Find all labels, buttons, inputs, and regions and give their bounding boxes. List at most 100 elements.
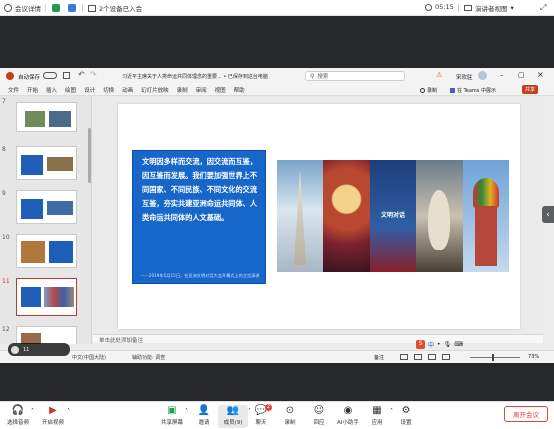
vase-photo [416, 160, 463, 272]
notes-pane[interactable]: 单击此处添加备注 [93, 334, 543, 344]
thumb-number: 7 [2, 98, 6, 105]
share-button[interactable]: 共享 [522, 85, 539, 94]
clock: 05:15 [425, 3, 454, 11]
side-panel-toggle[interactable]: ‹ [542, 206, 554, 223]
zoom-thumb[interactable] [492, 354, 494, 361]
menu-view[interactable]: 视图 [215, 86, 226, 94]
zoom-slider[interactable] [470, 357, 520, 358]
search-icon: ⚲ [310, 72, 315, 80]
redo-icon[interactable]: ↷ [90, 70, 97, 79]
normal-view-icon[interactable] [400, 354, 408, 360]
ppt-status-bar: 中文(中国大陆) 辅助功能: 调查 S 中 • 🎙 ⌨ 备注 73% [0, 340, 554, 363]
dialogue-photo: 文明对话 [369, 160, 417, 272]
ime-toolbar[interactable]: S 中 • 🎙 ⌨ [416, 340, 463, 349]
meeting-details-button[interactable]: 会议详情 [4, 3, 41, 13]
record-button[interactable]: 录制 [420, 86, 437, 94]
audio-button[interactable]: 🎧 选择音频 [3, 405, 33, 426]
zoom-level[interactable]: 73% [528, 354, 539, 360]
invite-icon: 👤 [197, 404, 211, 416]
slide-thumbnail-7[interactable] [16, 102, 77, 132]
chevron-left-icon: ‹ [546, 209, 550, 220]
sogou-icon: S [416, 340, 425, 349]
sorter-view-icon[interactable] [414, 354, 422, 360]
slideshow-view-icon[interactable] [442, 354, 450, 360]
slide-thumbnail-10[interactable] [16, 234, 77, 268]
record-meeting-button[interactable]: ⊙ 录制 [275, 405, 305, 426]
current-slide[interactable]: 文明因多样而交流，因交流而互鉴，因互鉴而发展。我们要加强世界上不同国家、不同民族… [118, 104, 520, 329]
presenter-view-button[interactable]: 演讲者视图 ▾ [464, 3, 514, 13]
menu-record[interactable]: 录制 [177, 86, 188, 94]
presenter-view-label: 演讲者视图 [475, 5, 508, 13]
react-button[interactable]: ☺ 回应 [304, 405, 334, 426]
headset-icon: 🎧 [11, 404, 25, 416]
menu-animations[interactable]: 动画 [122, 86, 133, 94]
settings-button[interactable]: ⚙ 设置 [391, 405, 421, 426]
chevron-up-icon[interactable]: ˄ [31, 408, 34, 415]
meeting-top-bar: 会议详情 2个设备已入会 05:15 演讲者视图 ▾ ⤢ [0, 0, 554, 16]
avatar[interactable] [478, 71, 487, 80]
fullscreen-icon[interactable]: ⤢ [540, 3, 546, 13]
leave-meeting-button[interactable]: 离开会议 [504, 406, 548, 422]
ai-assistant-label: AI小助手 [337, 420, 359, 426]
slide-thumbnail-9[interactable] [16, 190, 77, 224]
autosave-toggle[interactable] [43, 72, 57, 79]
signal-icon[interactable] [68, 4, 76, 12]
apps-button[interactable]: ▦ 应用 [362, 405, 392, 426]
thumbnail-scrollbar[interactable] [88, 128, 91, 183]
user-name[interactable]: 宋欢驻 [456, 73, 473, 81]
notes-toggle[interactable]: 备注 [374, 354, 384, 361]
invite-button[interactable]: 👤 邀请 [189, 405, 219, 426]
slide-thumbnail-12[interactable] [16, 326, 77, 344]
screen-share-background-bottom [0, 363, 554, 401]
close-icon[interactable]: × [537, 70, 544, 79]
camera-off-icon: ▶ [49, 404, 57, 416]
quote-box[interactable]: 文明因多样而交流，因交流而互鉴，因互鉴而发展。我们要加强世界上不同国家、不同民族… [132, 150, 266, 284]
camera-icon [11, 345, 19, 354]
undo-icon[interactable]: ↶ [78, 70, 85, 79]
accessibility-status[interactable]: 辅助功能: 调查 [132, 354, 165, 361]
save-icon[interactable] [63, 72, 70, 79]
chevron-down-icon: ▾ [510, 4, 514, 12]
chevron-up-icon[interactable]: ˄ [185, 408, 188, 415]
slide-thumbnail-11[interactable] [16, 278, 77, 316]
thumb-number: 8 [2, 146, 6, 153]
video-button[interactable]: ▶ 开启视频 [38, 405, 68, 426]
language-status[interactable]: 中文(中国大陆) [72, 354, 106, 361]
ai-assistant-icon: ◉ [343, 404, 353, 416]
members-button[interactable]: 👥 成员(9) [218, 405, 248, 428]
powerpoint-logo-icon [6, 72, 14, 80]
menu-insert[interactable]: 插入 [46, 86, 57, 94]
devices-button[interactable]: 2个设备已入会 [88, 3, 142, 13]
quote-text: 文明因多样而交流，因交流而互鉴，因互鉴而发展。我们要加强世界上不同国家、不同民族… [142, 157, 258, 222]
menu-home[interactable]: 开始 [27, 86, 38, 94]
presenter-float-controls[interactable]: 11 [8, 343, 70, 356]
members-icon: 👥 [226, 404, 240, 416]
search-box[interactable]: ⚲ 搜索 [305, 71, 405, 81]
menu-draw[interactable]: 绘图 [65, 86, 76, 94]
photo-collage[interactable]: 文明对话 [277, 160, 510, 272]
shield-icon[interactable] [52, 4, 60, 12]
share-screen-label: 共享屏幕 [160, 420, 183, 426]
reading-view-icon[interactable] [428, 354, 436, 360]
video-label: 开启视频 [41, 420, 64, 426]
slide-thumbnail-8[interactable] [16, 146, 77, 180]
invite-label: 邀请 [198, 420, 210, 426]
teams-present-button[interactable]: 在 Teams 中展示 [450, 86, 496, 94]
autosave-label: 自动保存 [18, 75, 41, 81]
chevron-up-icon[interactable]: ˄ [67, 408, 70, 415]
menu-help[interactable]: 帮助 [234, 86, 245, 94]
menu-slideshow[interactable]: 幻灯片放映 [141, 86, 169, 94]
share-screen-button[interactable]: ▣ 共享屏幕 [157, 405, 187, 426]
maximize-icon[interactable]: ▢ [518, 71, 525, 79]
chat-label: 聊天 [255, 420, 267, 426]
share-label: 共享 [525, 87, 536, 93]
ai-assistant-button[interactable]: ◉ AI小助手 [333, 405, 363, 426]
menu-review[interactable]: 审阅 [196, 86, 207, 94]
menu-file[interactable]: 文件 [8, 86, 19, 94]
audio-label: 选择音频 [6, 420, 29, 426]
menu-design[interactable]: 设计 [84, 86, 95, 94]
menu-transitions[interactable]: 切换 [103, 86, 114, 94]
minimize-icon[interactable]: – [500, 71, 504, 79]
ime-punct-icon: • [437, 341, 441, 348]
warning-icon: ⚠ [436, 71, 443, 79]
